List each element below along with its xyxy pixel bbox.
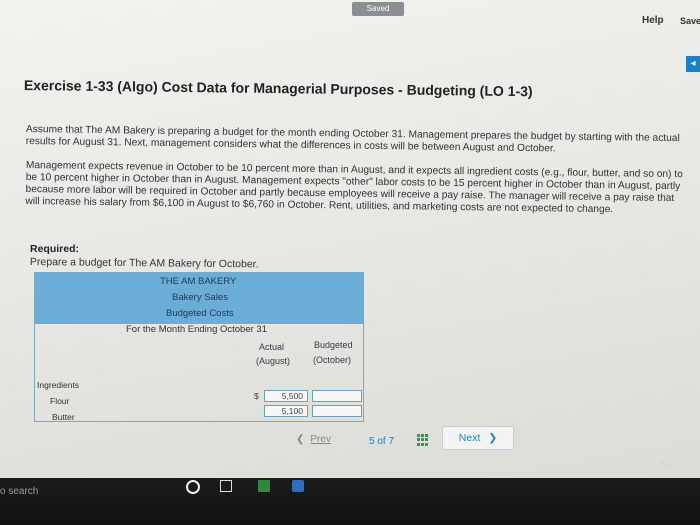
problem-paragraph-2: Management expects revenue in October to… <box>25 160 683 216</box>
prev-button[interactable]: ❮ Prev <box>296 434 331 445</box>
page-indicator: 5 of 7 <box>369 436 394 447</box>
saved-status-badge: Saved <box>352 2 404 16</box>
budget-subtitle-costs: Budgeted Costs <box>166 308 234 319</box>
page-total: 7 <box>388 436 395 447</box>
save-link[interactable]: Save <box>680 16 700 26</box>
currency-symbol: $ <box>254 391 259 401</box>
taskbar-search-input[interactable]: o search <box>0 486 38 497</box>
page-of: of <box>377 436 386 447</box>
app-icon-blue[interactable] <box>292 480 304 492</box>
butter-actual-cell: 5,100 <box>264 405 308 417</box>
grid-icon[interactable] <box>417 434 429 446</box>
help-link[interactable]: Help <box>642 15 664 26</box>
butter-budgeted-input[interactable] <box>312 405 362 417</box>
col-actual-header: Actual <box>259 342 285 352</box>
row-label-butter: Butter <box>52 412 75 422</box>
required-label: Required: <box>30 243 80 255</box>
chevron-left-icon: ❮ <box>296 434 305 445</box>
flour-actual-cell: 5,500 <box>264 390 308 402</box>
col-actual-subheader: (August) <box>256 356 291 366</box>
required-text: Prepare a budget for The AM Bakery for O… <box>29 256 259 271</box>
budget-subtitle-sales: Bakery Sales <box>172 292 228 303</box>
col-budgeted-header: Budgeted <box>314 340 353 350</box>
prev-label: Prev <box>310 434 331 445</box>
cortana-icon[interactable] <box>186 480 200 494</box>
side-panel-tab[interactable]: ◂ <box>686 56 700 72</box>
taskbar <box>0 478 700 525</box>
page-current: 5 <box>369 436 375 447</box>
next-button[interactable]: Next ❯ <box>442 426 514 450</box>
system-tray-icon[interactable]: ^ ⌂ <box>660 460 672 470</box>
budget-period: For the Month Ending October 31 <box>126 324 267 335</box>
next-label: Next <box>458 432 481 444</box>
row-label-flour: Flour <box>50 396 70 406</box>
section-ingredients: Ingredients <box>37 380 80 390</box>
task-view-icon[interactable] <box>220 480 232 492</box>
top-bar: Saved Help Save <box>0 0 700 38</box>
app-icon-green[interactable] <box>258 480 270 492</box>
budget-company-name: THE AM BAKERY <box>160 276 237 287</box>
chevron-right-icon: ❯ <box>488 432 498 444</box>
col-budgeted-subheader: (October) <box>313 355 352 365</box>
flour-budgeted-input[interactable] <box>312 390 362 402</box>
